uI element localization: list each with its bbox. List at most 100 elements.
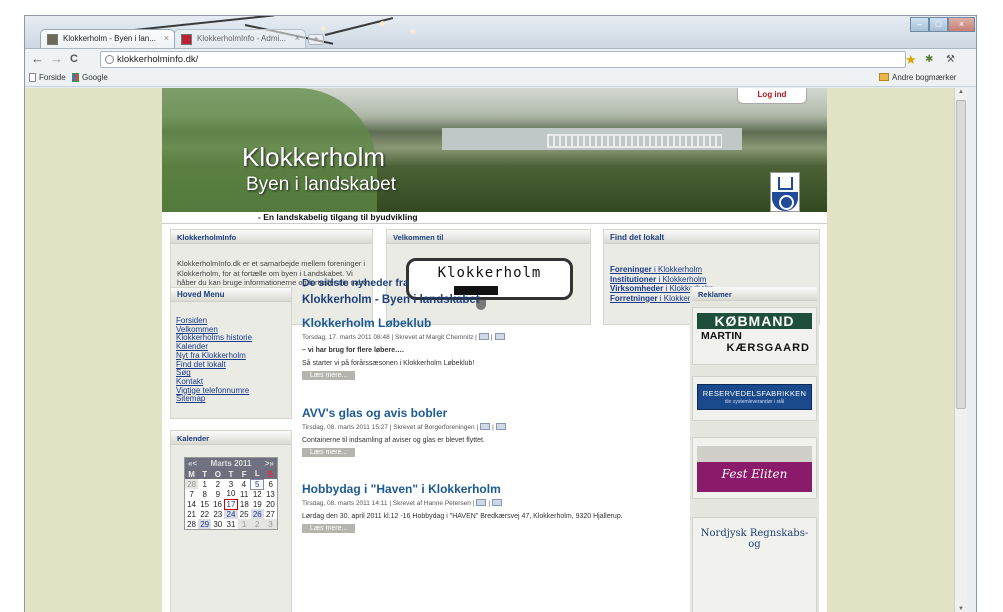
back-button[interactable]: ←	[31, 52, 44, 66]
reload-button[interactable]: C	[70, 52, 78, 66]
minimize-button[interactable]: –	[910, 17, 929, 32]
folder-icon	[879, 73, 889, 81]
tab-close-icon[interactable]: ×	[164, 33, 169, 43]
menu-link[interactable]: Kontakt	[176, 377, 203, 386]
calendar-day-event[interactable]: 26	[250, 509, 264, 519]
page-viewport: Klokkerholm Byen i landskabet Log ind - …	[25, 88, 954, 612]
tab-strip: Klokkerholm - Byen i lan... × Klokkerhol…	[25, 16, 976, 48]
ad-nordjysk[interactable]: Nordjysk Regnskabs- og	[692, 517, 817, 612]
menu-link[interactable]: Nyt fra Klokkerholm	[176, 351, 246, 360]
other-bookmarks[interactable]: Andre bogmærker	[879, 73, 956, 82]
ad-koebmand-line3: KÆRSGAARD	[726, 342, 810, 354]
news-article: Hobbydag i "Haven" i Klokkerholm Tirsdag…	[302, 482, 687, 533]
read-more-button[interactable]: Læs mere...	[302, 524, 356, 533]
article-title[interactable]: Klokkerholm Løbeklub	[302, 316, 687, 330]
address-bar[interactable]: klokkerholminfo.dk/	[100, 51, 906, 68]
calendar-day: 4	[237, 479, 251, 489]
login-button[interactable]: Log ind	[737, 88, 807, 104]
find-link-bold[interactable]: Institutioner	[610, 275, 656, 284]
find-link-bold[interactable]: Foreninger	[610, 265, 652, 274]
email-icon[interactable]	[494, 333, 505, 340]
menu-link[interactable]: Klokkerholms historie	[176, 333, 252, 343]
ads-title: Reklamer	[692, 287, 817, 301]
calendar-day: 11	[237, 489, 251, 499]
google-icon	[72, 73, 79, 82]
menu-link[interactable]: Forsiden	[176, 316, 207, 325]
bookmark-label: Google	[82, 73, 108, 82]
find-local-title: Find det lokalt	[604, 230, 819, 244]
email-icon[interactable]	[492, 499, 503, 506]
weekday-label: M	[185, 469, 199, 479]
calendar-day: 22	[198, 509, 212, 519]
calendar-day: 31	[224, 519, 238, 529]
menu-link[interactable]: Vigtige telefonnumre	[176, 386, 249, 395]
menu-link[interactable]: Velkommen	[176, 325, 218, 334]
ad-reservedelsfabrikken[interactable]: RESERVEDELSFABRIKKEN din systemleverandø…	[692, 376, 817, 421]
calendar-day: 21	[185, 509, 199, 519]
close-window-button[interactable]: ×	[948, 17, 975, 32]
main-menu-title: Hoved Menu	[171, 288, 291, 302]
print-icon[interactable]	[480, 423, 491, 430]
article-lead: – vi har brug for flere løbere….	[302, 347, 404, 354]
news-heading-line1: De sidste nyheder fra	[302, 277, 409, 289]
site-favicon-icon	[47, 34, 58, 45]
ad-koebmand[interactable]: KØBMAND MARTIN KÆRSGAARD	[692, 307, 817, 365]
bookmarks-bar: Forside Google Andre bogmærker	[25, 70, 976, 87]
ad-fest-text: Fest Eliten	[721, 467, 788, 481]
calendar-day-today[interactable]: 17	[223, 498, 239, 510]
ad-fest-eliten[interactable]: Fest Eliten	[692, 437, 817, 499]
info-box-title: KlokkerholmInfo	[171, 230, 372, 244]
bookmark-forside[interactable]: Forside	[29, 73, 66, 82]
menu-link[interactable]: Søg	[176, 368, 191, 377]
email-icon[interactable]	[495, 423, 506, 430]
print-icon[interactable]	[478, 333, 489, 340]
next-month-button[interactable]: >»	[265, 458, 274, 469]
menu-link[interactable]: Find det lokalt	[176, 360, 226, 369]
calendar-day: 2	[250, 519, 264, 529]
new-tab-button[interactable]: +	[308, 34, 324, 45]
decorative-blossom	[380, 21, 385, 26]
bookmark-label: Forside	[39, 73, 66, 82]
news-heading-line2: Klokkerholm - Byen i landskabet	[302, 294, 480, 306]
bookmark-star-icon[interactable]: ★	[905, 52, 917, 68]
article-title[interactable]: Hobbydag i "Haven" i Klokkerholm	[302, 482, 687, 496]
calendar-day: 15	[198, 499, 212, 509]
weekday-label: S	[263, 469, 277, 479]
calendar-day: 7	[185, 489, 199, 499]
read-more-button[interactable]: Læs mere...	[302, 371, 356, 380]
prev-month-button[interactable]: «<	[188, 458, 197, 469]
calendar-day-event[interactable]: 5	[250, 478, 265, 490]
scrollbar-thumb[interactable]	[956, 100, 966, 409]
calendar-header: «< Marts 2011 >»	[185, 458, 277, 469]
bookmark-google[interactable]: Google	[72, 73, 108, 82]
menu-item-sitemap[interactable]: Sitemap	[171, 394, 291, 404]
find-link-institutioner[interactable]: Institutioner i Klokkerholm	[604, 275, 819, 285]
scroll-up-icon[interactable]: ▲	[958, 89, 964, 95]
maximize-button[interactable]: □	[929, 17, 948, 32]
article-text: Containerne til indsamling af aviser og …	[302, 437, 485, 444]
forward-button[interactable]: →	[50, 52, 63, 66]
other-bookmarks-label: Andre bogmærker	[892, 73, 957, 82]
find-link-foreninger[interactable]: Foreninger i Klokkerholm	[604, 265, 819, 275]
find-link-rest[interactable]: i Klokkerholm	[656, 275, 706, 284]
extension-icon[interactable]: ✱	[925, 53, 933, 67]
tab-close-icon[interactable]: ×	[295, 33, 300, 43]
calendar-day-event[interactable]: 24	[224, 509, 238, 519]
browser-window: Klokkerholm - Byen i lan... × Klokkerhol…	[24, 15, 977, 612]
menu-link[interactable]: Sitemap	[176, 394, 205, 403]
read-more-button[interactable]: Læs mere...	[302, 448, 356, 457]
article-meta-text: Tirsdag, 08. marts 2011 14:11 | Skrevet …	[302, 500, 475, 507]
menu-link[interactable]: Kalender	[176, 342, 208, 351]
wrench-icon[interactable]: ⚒	[946, 53, 955, 67]
article-text: Så starter vi på forårssæsonen i Klokker…	[302, 360, 475, 367]
tab-klokkerholm[interactable]: Klokkerholm - Byen i lan... ×	[40, 29, 175, 48]
weekday-label: T	[224, 469, 238, 479]
calendar-day-event[interactable]: 29	[198, 519, 212, 529]
vertical-scrollbar[interactable]: ▲ ▼	[954, 88, 967, 612]
tab-admin[interactable]: KlokkerholmInfo - Admi... ×	[174, 29, 306, 48]
find-link-rest[interactable]: i Klokkerholm	[652, 265, 702, 274]
print-icon[interactable]	[476, 499, 487, 506]
article-title[interactable]: AVV's glas og avis bobler	[302, 406, 687, 420]
scroll-down-icon[interactable]: ▼	[958, 606, 964, 612]
decorative-blossom	[321, 26, 326, 31]
